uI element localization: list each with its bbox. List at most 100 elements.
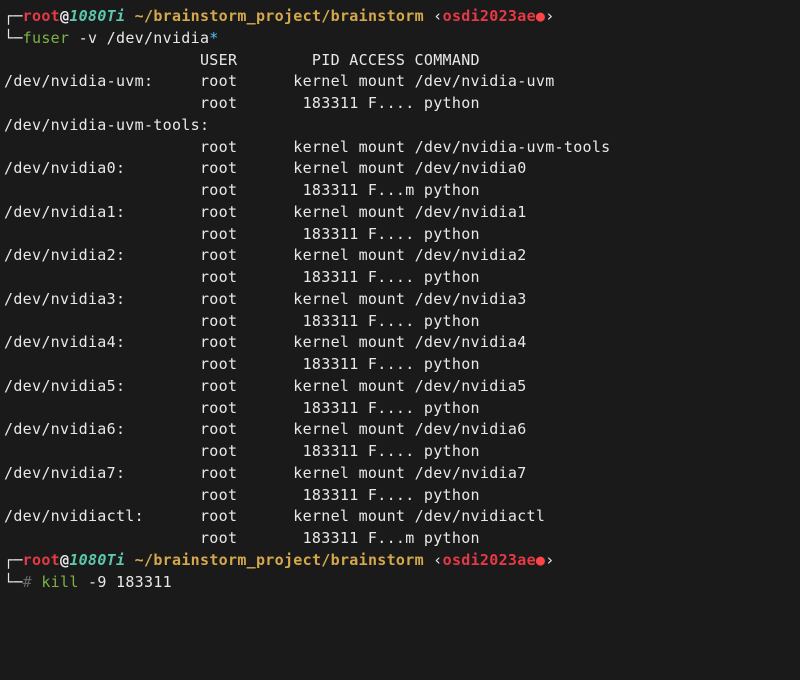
- process-info: 183311 F...m python: [284, 181, 480, 199]
- dirty-dot-icon: ●: [536, 551, 545, 569]
- process-info: kernel mount /dev/nvidia5: [284, 377, 527, 395]
- device-path: /dev/nvidiactl:: [4, 507, 191, 525]
- process-info: 183311 F...m python: [284, 529, 480, 547]
- device-path: /dev/nvidia1:: [4, 203, 191, 221]
- process-info: 183311 F.... python: [284, 268, 480, 286]
- device-path: [4, 442, 191, 460]
- git-branch: osdi2023ae: [443, 551, 536, 569]
- dirty-dot-icon: ●: [536, 7, 545, 25]
- prompt-corner: └─: [4, 573, 23, 591]
- user-col: root: [191, 203, 284, 221]
- output-header: USER PID ACCESS COMMAND: [4, 50, 796, 72]
- prompt-user: root: [23, 7, 60, 25]
- branch-close: ›: [545, 551, 554, 569]
- device-path: /dev/nvidia7:: [4, 464, 191, 482]
- output-row: root 183311 F...m python: [4, 528, 796, 550]
- user-col: root: [191, 420, 284, 438]
- command-args: -v /dev/nvidia: [69, 29, 209, 47]
- output-row: /dev/nvidia-uvm: root kernel mount /dev/…: [4, 71, 796, 93]
- device-path: /dev/nvidia6:: [4, 420, 191, 438]
- device-path: /dev/nvidia4:: [4, 333, 191, 351]
- user-col: root: [191, 290, 284, 308]
- prompt-at: @: [60, 7, 69, 25]
- device-path: /dev/nvidia5:: [4, 377, 191, 395]
- process-info: 183311 F.... python: [284, 94, 480, 112]
- user-col: root: [191, 399, 284, 417]
- branch-open: ‹: [433, 7, 442, 25]
- output-row: /dev/nvidiactl: root kernel mount /dev/n…: [4, 506, 796, 528]
- output-row: /dev/nvidia3: root kernel mount /dev/nvi…: [4, 289, 796, 311]
- device-path: [4, 181, 191, 199]
- process-info: 183311 F.... python: [284, 399, 480, 417]
- output-row: /dev/nvidia1: root kernel mount /dev/nvi…: [4, 202, 796, 224]
- prompt-path: ~/brainstorm_project/brainstorm: [125, 551, 433, 569]
- process-info: kernel mount /dev/nvidiactl: [284, 507, 545, 525]
- device-path: [4, 486, 191, 504]
- terminal-output[interactable]: ┌─root@1080Ti ~/brainstorm_project/brain…: [4, 6, 796, 593]
- command-args: -9 183311: [79, 573, 172, 591]
- output-row: /dev/nvidia-uvm-tools:: [4, 115, 796, 137]
- user-col: root: [191, 464, 284, 482]
- prompt-path: ~/brainstorm_project/brainstorm: [125, 7, 433, 25]
- branch-open: ‹: [433, 551, 442, 569]
- user-col: root: [191, 312, 284, 330]
- device-path: [4, 312, 191, 330]
- output-row: /dev/nvidia2: root kernel mount /dev/nvi…: [4, 245, 796, 267]
- output-row: root kernel mount /dev/nvidia-uvm-tools: [4, 137, 796, 159]
- user-col: root: [191, 355, 284, 373]
- prompt-hash: #: [23, 573, 42, 591]
- command-line[interactable]: └─# kill -9 183311: [4, 572, 796, 594]
- process-info: 183311 F.... python: [284, 486, 480, 504]
- prompt-host: 1080Ti: [69, 7, 125, 25]
- output-row: root 183311 F.... python: [4, 485, 796, 507]
- device-path: [4, 268, 191, 286]
- process-info: kernel mount /dev/nvidia7: [284, 464, 527, 482]
- user-col: root: [191, 181, 284, 199]
- prompt-user: root: [23, 551, 60, 569]
- prompt-corner: ┌─: [4, 7, 23, 25]
- device-path: /dev/nvidia2:: [4, 246, 191, 264]
- user-col: root: [191, 377, 284, 395]
- device-path: [4, 138, 191, 156]
- process-info: kernel mount /dev/nvidia4: [284, 333, 527, 351]
- process-info: kernel mount /dev/nvidia0: [284, 159, 527, 177]
- user-col: root: [191, 159, 284, 177]
- process-info: 183311 F.... python: [284, 442, 480, 460]
- output-row: root 183311 F.... python: [4, 267, 796, 289]
- glob-star: *: [209, 29, 218, 47]
- output-row: root 183311 F.... python: [4, 441, 796, 463]
- process-info: kernel mount /dev/nvidia1: [284, 203, 527, 221]
- command-name: kill: [41, 573, 78, 591]
- branch-close: ›: [545, 7, 554, 25]
- process-info: kernel mount /dev/nvidia-uvm-tools: [284, 138, 611, 156]
- device-path: [4, 399, 191, 417]
- user-col: root: [191, 246, 284, 264]
- user-col: root: [191, 72, 284, 90]
- process-info: kernel mount /dev/nvidia-uvm: [284, 72, 555, 90]
- process-info: kernel mount /dev/nvidia6: [284, 420, 527, 438]
- output-row: /dev/nvidia5: root kernel mount /dev/nvi…: [4, 376, 796, 398]
- command-line[interactable]: └─fuser -v /dev/nvidia*: [4, 28, 796, 50]
- prompt-at: @: [60, 551, 69, 569]
- prompt-corner: └─: [4, 29, 23, 47]
- prompt-corner: ┌─: [4, 551, 23, 569]
- process-info: 183311 F.... python: [284, 355, 480, 373]
- user-col: root: [191, 333, 284, 351]
- output-row: root 183311 F.... python: [4, 224, 796, 246]
- output-row: root 183311 F.... python: [4, 354, 796, 376]
- user-col: root: [191, 507, 284, 525]
- output-row: root 183311 F.... python: [4, 311, 796, 333]
- prompt-host: 1080Ti: [69, 551, 125, 569]
- output-row: /dev/nvidia7: root kernel mount /dev/nvi…: [4, 463, 796, 485]
- device-path: [4, 94, 191, 112]
- output-row: /dev/nvidia4: root kernel mount /dev/nvi…: [4, 332, 796, 354]
- device-path: [4, 529, 191, 547]
- user-col: root: [191, 225, 284, 243]
- output-row: /dev/nvidia6: root kernel mount /dev/nvi…: [4, 419, 796, 441]
- prompt-line: ┌─root@1080Ti ~/brainstorm_project/brain…: [4, 550, 796, 572]
- device-path: /dev/nvidia3:: [4, 290, 191, 308]
- user-col: root: [191, 94, 284, 112]
- user-col: root: [191, 268, 284, 286]
- user-col: root: [191, 138, 284, 156]
- git-branch: osdi2023ae: [443, 7, 536, 25]
